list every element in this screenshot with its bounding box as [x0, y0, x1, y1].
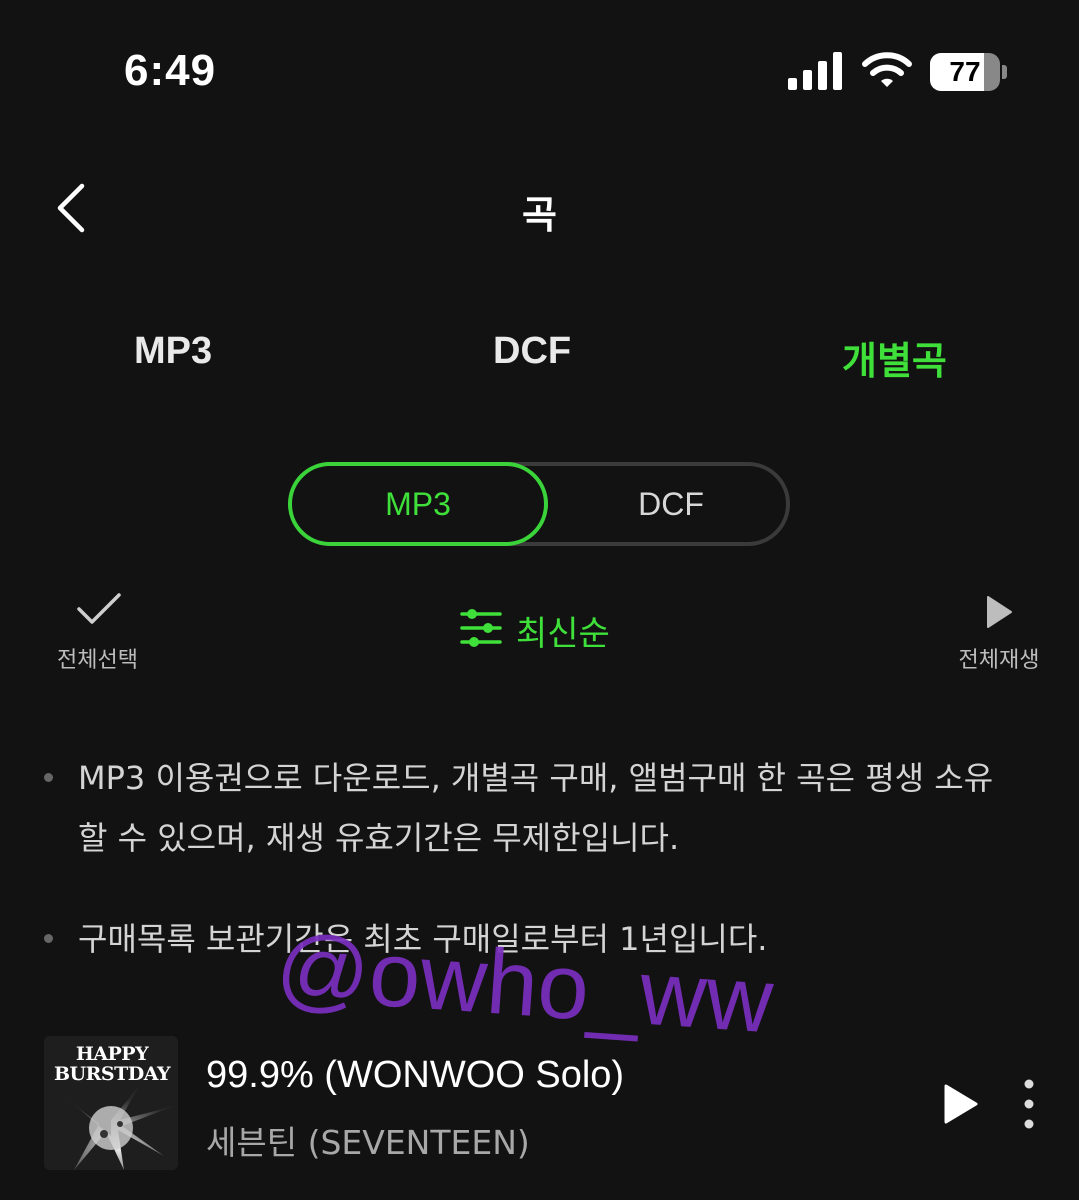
page-title: 곡 [522, 193, 557, 237]
more-options-icon[interactable] [1018, 1078, 1040, 1130]
segment-dcf[interactable]: DCF [548, 462, 794, 546]
select-all-label: 전체선택 [57, 648, 138, 673]
segment-mp3[interactable]: MP3 [288, 462, 548, 546]
notice-lifetime-ownership: MP3 이용권으로 다운로드, 개별곡 구매, 앨범구매 한 곡은 평생 소유할… [78, 759, 994, 857]
track-play-icon[interactable] [940, 1082, 980, 1126]
select-all-button[interactable]: 전체선택 [40, 592, 155, 673]
track-artist: 세븐틴 (SEVENTEEN) [206, 1123, 530, 1162]
tab-dcf[interactable]: DCF [493, 330, 571, 373]
format-segmented-control: DCF MP3 [288, 462, 790, 546]
battery-percentage: 77 [949, 56, 981, 87]
checkmark-icon [77, 593, 121, 624]
play-icon [987, 596, 1012, 628]
battery-indicator: 77 [930, 53, 1008, 91]
sort-label: 최신순 [516, 614, 610, 654]
tab-single-track[interactable]: 개별곡 [842, 330, 947, 385]
play-all-label: 전체재생 [958, 648, 1040, 673]
tab-mp3[interactable]: MP3 [134, 330, 212, 373]
sliders-icon [460, 609, 502, 647]
track-title: 99.9% (WONWOO Solo) [206, 1054, 625, 1096]
album-art-text: HAPPY BURSTDAY [53, 1043, 171, 1085]
play-all-button[interactable]: 전체재생 [944, 594, 1054, 674]
album-art: HAPPY BURSTDAY [44, 1036, 178, 1170]
track-row[interactable]: HAPPY BURSTDAY 99.9% (WONWOO Solo) 세븐틴 (… [0, 1030, 1079, 1175]
wifi-icon [862, 52, 912, 87]
bullet-dot [44, 934, 53, 943]
cellular-signal-icon [788, 52, 842, 90]
status-time: 6:49 [124, 46, 217, 95]
bullet-dot [44, 773, 53, 782]
